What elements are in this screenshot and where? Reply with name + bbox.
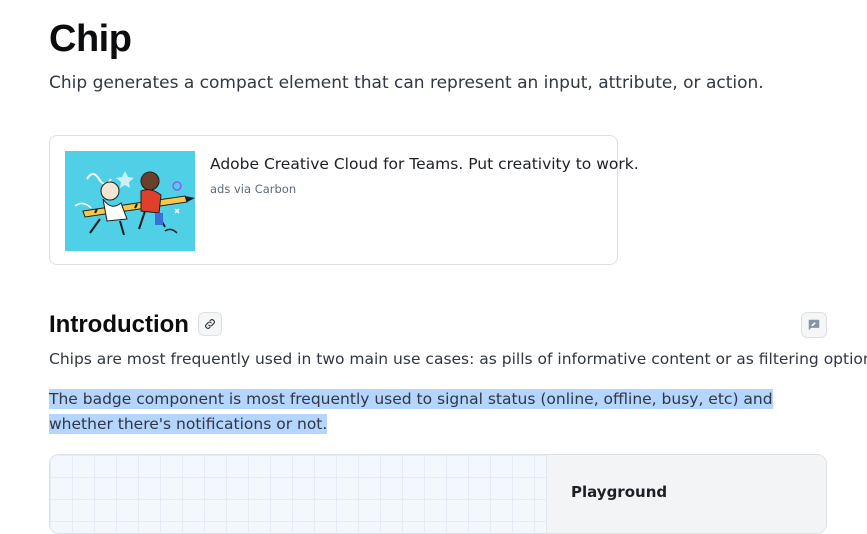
selected-paragraph: The badge component is most frequently u… — [49, 387, 829, 437]
section-anchor-link[interactable] — [198, 312, 222, 336]
section-title-introduction: Introduction — [49, 311, 189, 338]
feedback-icon — [808, 319, 820, 331]
feedback-button[interactable] — [801, 312, 827, 338]
ad-link-text[interactable]: Adobe Creative Cloud for Teams. Put crea… — [210, 153, 639, 175]
demo-container: Playground — [49, 454, 827, 534]
demo-preview-area — [50, 455, 546, 533]
carbon-ad-card[interactable]: Adobe Creative Cloud for Teams. Put crea… — [49, 135, 639, 265]
page-description: Chip generates a compact element that ca… — [49, 73, 764, 93]
playground-panel: Playground — [546, 455, 826, 533]
link-icon — [205, 319, 215, 329]
playground-heading: Playground — [571, 483, 668, 501]
intro-paragraph: Chips are most frequently used in two ma… — [49, 350, 867, 368]
illustration-image — [65, 151, 195, 251]
ad-image[interactable] — [65, 151, 195, 251]
ad-attribution[interactable]: ads via Carbon — [210, 181, 296, 197]
text-selection: The badge component is most frequently u… — [49, 389, 773, 434]
page-title: Chip — [49, 18, 132, 60]
